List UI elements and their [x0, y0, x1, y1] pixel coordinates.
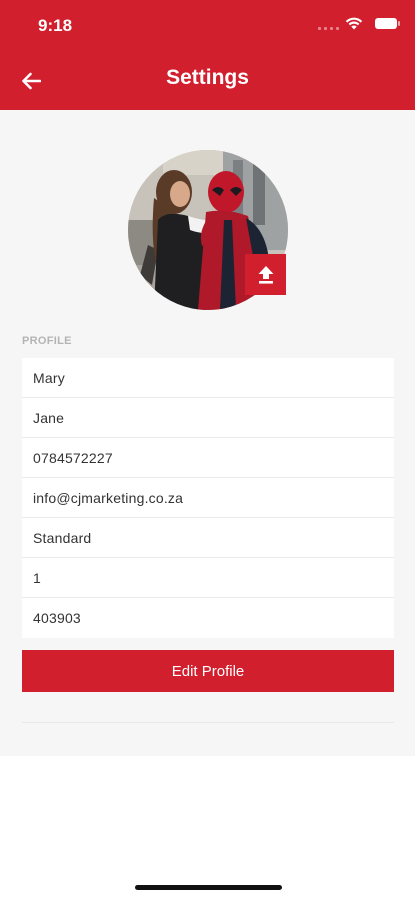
page-title: Settings — [166, 66, 249, 89]
email-field[interactable]: info@cjmarketing.co.za — [22, 478, 394, 518]
status-time: 9:18 — [38, 16, 73, 35]
profile-section-label: PROFILE — [22, 335, 72, 347]
cellular-signal-icon — [318, 16, 339, 30]
first-name-field[interactable]: Mary — [22, 358, 394, 398]
account-type-field[interactable]: Standard — [22, 518, 394, 558]
battery-icon — [375, 17, 400, 29]
account-number-field[interactable]: 403903 — [22, 598, 394, 638]
app-bar: 9:18 Settings — [0, 0, 415, 110]
last-name-field[interactable]: Jane — [22, 398, 394, 438]
settings-content: PROFILE Mary Jane 0784572227 info@cjmark… — [0, 110, 415, 756]
upload-icon — [258, 265, 273, 284]
account-level-field[interactable]: 1 — [22, 558, 394, 598]
status-icons — [318, 16, 400, 30]
profile-fields-list: Mary Jane 0784572227 info@cjmarketing.co… — [22, 358, 394, 638]
phone-field[interactable]: 0784572227 — [22, 438, 394, 478]
divider — [22, 722, 394, 723]
wifi-icon — [345, 17, 363, 29]
edit-profile-button[interactable]: Edit Profile — [22, 650, 394, 692]
upload-photo-button[interactable] — [245, 254, 286, 295]
home-indicator — [135, 885, 282, 890]
